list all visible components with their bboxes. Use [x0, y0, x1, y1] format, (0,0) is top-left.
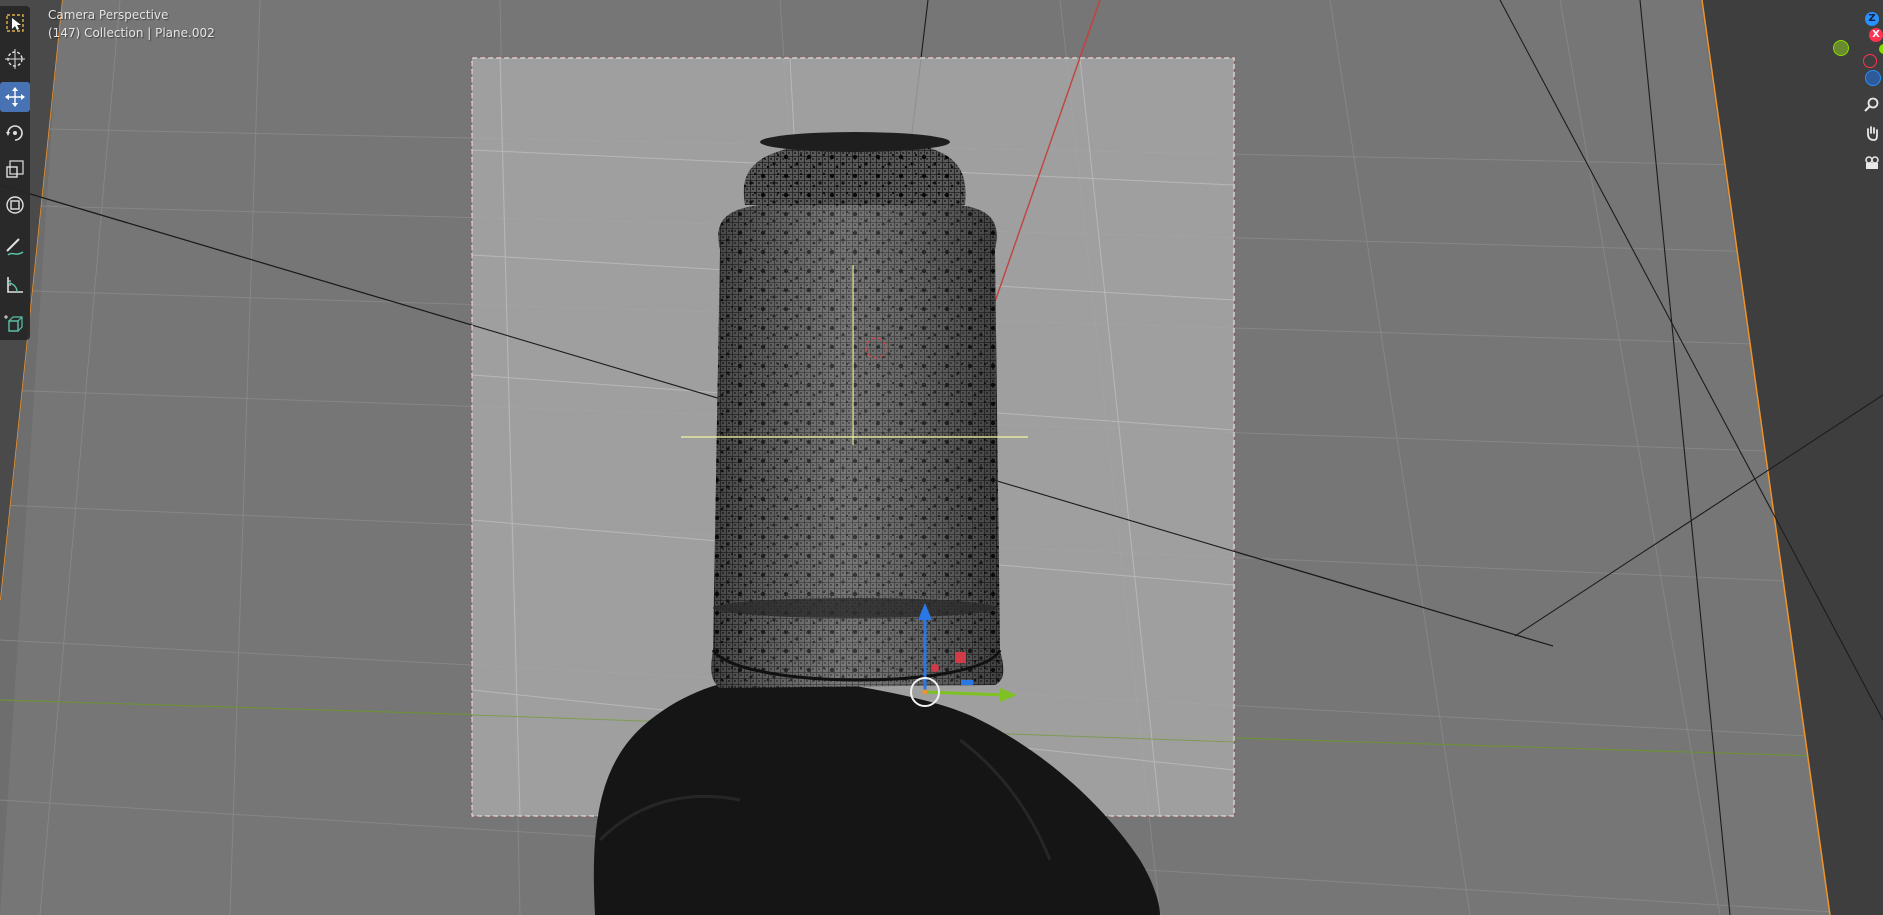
zoom-button[interactable]	[1861, 94, 1883, 116]
rotate-tool[interactable]	[0, 118, 30, 148]
scale-icon	[6, 160, 24, 178]
pan-button[interactable]	[1861, 122, 1883, 144]
transform-icon	[6, 196, 24, 214]
measure-icon	[7, 277, 23, 293]
tool-shelf	[0, 6, 30, 340]
add-cube-icon	[4, 315, 23, 332]
cursor-tool[interactable]	[0, 44, 30, 74]
gizmo-neg-y-axis[interactable]	[1833, 40, 1849, 56]
rotate-icon	[6, 125, 23, 141]
transform-tool[interactable]	[0, 190, 30, 220]
camera-view-button[interactable]	[1861, 152, 1883, 174]
annotate-tool[interactable]	[0, 232, 30, 262]
select-box-tool[interactable]	[0, 8, 30, 38]
zoom-icon	[1864, 97, 1879, 112]
navigation-gizmo[interactable]: Z X	[1823, 0, 1883, 180]
measure-tool[interactable]	[0, 270, 30, 300]
cursor-icon	[5, 49, 25, 69]
scale-tool[interactable]	[0, 154, 30, 184]
gizmo-neg-z-axis[interactable]	[1865, 70, 1881, 86]
3d-viewport[interactable]: Camera Perspective (147) Collection | Pl…	[0, 0, 1883, 915]
view-info-label: (147) Collection | Plane.002	[48, 26, 215, 40]
gizmo-y-axis[interactable]	[1879, 44, 1883, 54]
viewport-scene[interactable]	[0, 0, 1883, 915]
gizmo-x-axis[interactable]: X	[1869, 28, 1883, 42]
add-cube-tool[interactable]	[0, 308, 30, 338]
gizmo-neg-x-axis[interactable]	[1863, 54, 1877, 68]
view-name-label: Camera Perspective	[48, 8, 169, 22]
jar-mesh	[711, 132, 1004, 688]
gizmo-z-axis[interactable]: Z	[1865, 12, 1879, 26]
select-box-icon	[6, 14, 24, 32]
move-icon	[5, 87, 25, 107]
annotate-icon	[6, 238, 24, 256]
move-tool[interactable]	[0, 82, 30, 112]
camera-icon	[1865, 156, 1879, 169]
hand-icon	[1867, 126, 1878, 141]
